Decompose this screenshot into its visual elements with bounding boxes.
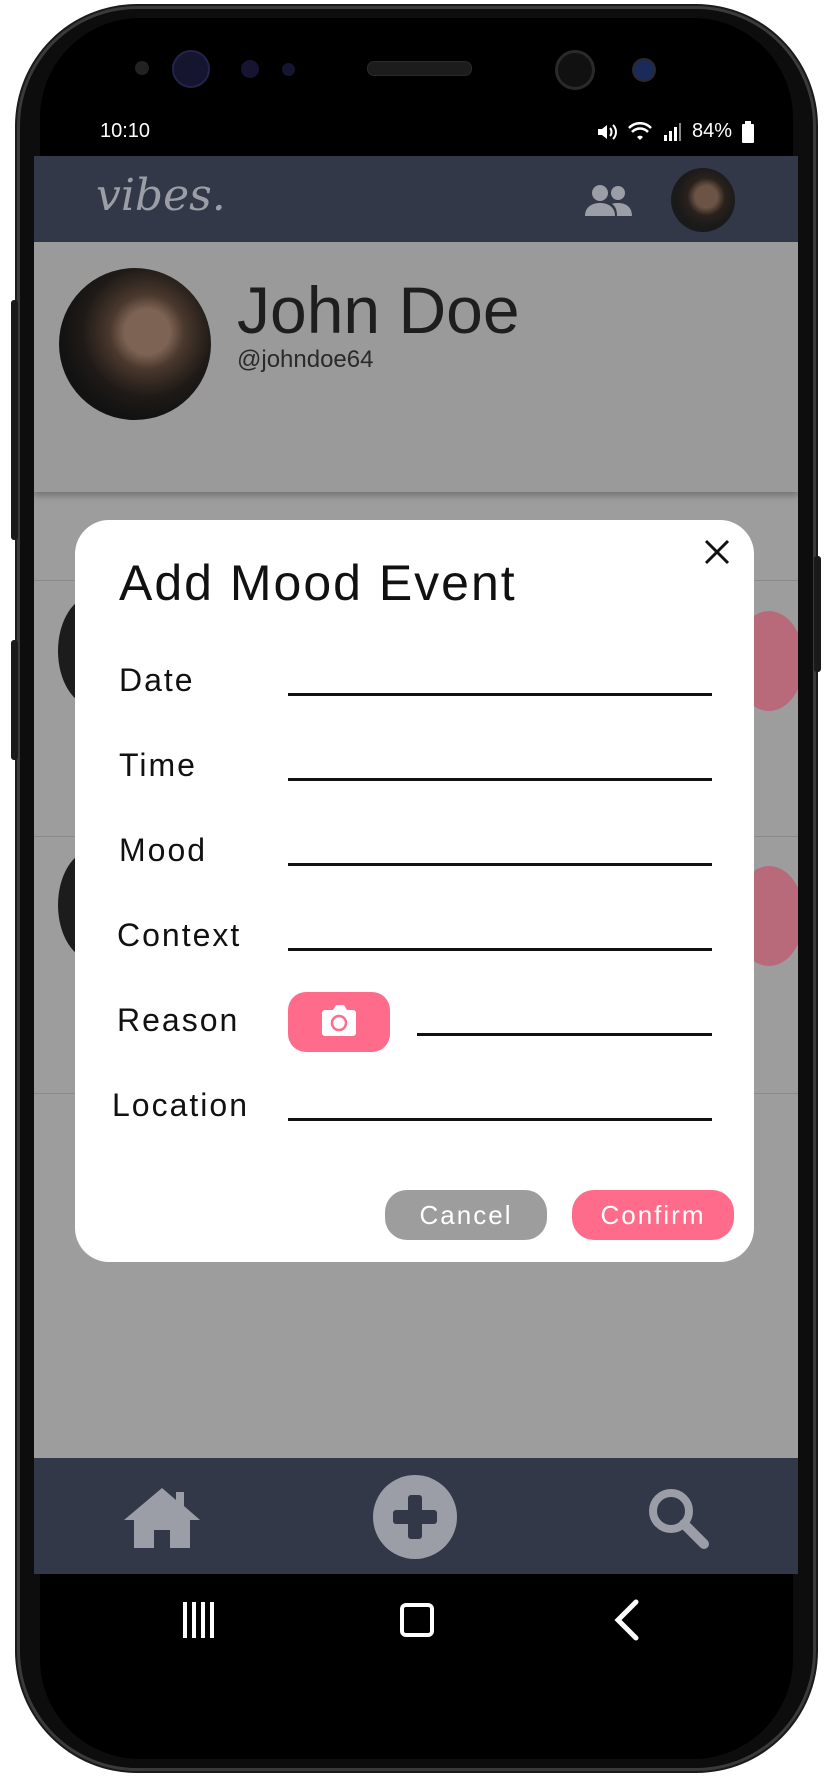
power-button [814, 556, 821, 672]
bottom-nav [34, 1458, 798, 1574]
signal-icon [663, 122, 681, 141]
add-mood-event-dialog: Add Mood Event Date Time Mood Context Re… [75, 520, 754, 1262]
volume-up-button [11, 300, 18, 540]
mood-underline [288, 863, 712, 866]
camera-icon [322, 1005, 356, 1036]
system-nav-bar [34, 1590, 798, 1650]
cancel-button[interactable]: Cancel [385, 1190, 547, 1240]
time-label: Time [119, 747, 197, 783]
light-sensor [282, 63, 295, 76]
mood-label: Mood [119, 832, 208, 868]
dialog-title: Add Mood Event [119, 555, 517, 611]
close-icon[interactable] [703, 538, 731, 566]
home-system-icon[interactable] [399, 1602, 435, 1638]
battery-icon [742, 120, 754, 143]
status-icons: 84% [596, 120, 754, 143]
profile-section: John Doe @johndoe64 [34, 242, 798, 492]
wifi-icon [628, 121, 652, 140]
front-sensor [135, 61, 149, 75]
app-header: vibes. [34, 156, 798, 242]
date-underline [288, 693, 712, 696]
context-underline [288, 948, 712, 951]
profile-avatar [59, 268, 211, 420]
search-icon[interactable] [646, 1486, 710, 1550]
friends-icon[interactable] [583, 184, 633, 218]
iris-sensor [172, 50, 210, 88]
proximity-sensor [241, 60, 259, 78]
front-camera [555, 50, 595, 90]
profile-handle: @johndoe64 [237, 346, 374, 373]
volume-down-button [11, 640, 18, 760]
location-underline [288, 1118, 712, 1121]
battery-percent: 84% [691, 120, 732, 142]
time-underline [288, 778, 712, 781]
earpiece-speaker [367, 61, 472, 76]
add-icon [393, 1495, 437, 1539]
context-label: Context [117, 917, 242, 953]
confirm-button[interactable]: Confirm [572, 1190, 734, 1240]
status-time: 10:10 [100, 120, 151, 142]
reason-label: Reason [117, 1002, 240, 1038]
recents-icon[interactable] [182, 1600, 216, 1640]
add-button[interactable] [373, 1475, 457, 1559]
app-logo: vibes. [96, 170, 226, 221]
date-label: Date [119, 662, 195, 698]
status-bar: 10:10 84% [34, 112, 804, 152]
back-icon[interactable] [612, 1598, 642, 1642]
header-avatar[interactable] [671, 168, 735, 232]
camera-lens [632, 58, 656, 82]
home-icon[interactable] [122, 1486, 202, 1550]
reason-underline [417, 1033, 712, 1036]
volume-icon [597, 123, 617, 140]
profile-name: John Doe [237, 273, 520, 347]
location-label: Location [112, 1087, 249, 1123]
camera-button[interactable] [288, 992, 390, 1052]
